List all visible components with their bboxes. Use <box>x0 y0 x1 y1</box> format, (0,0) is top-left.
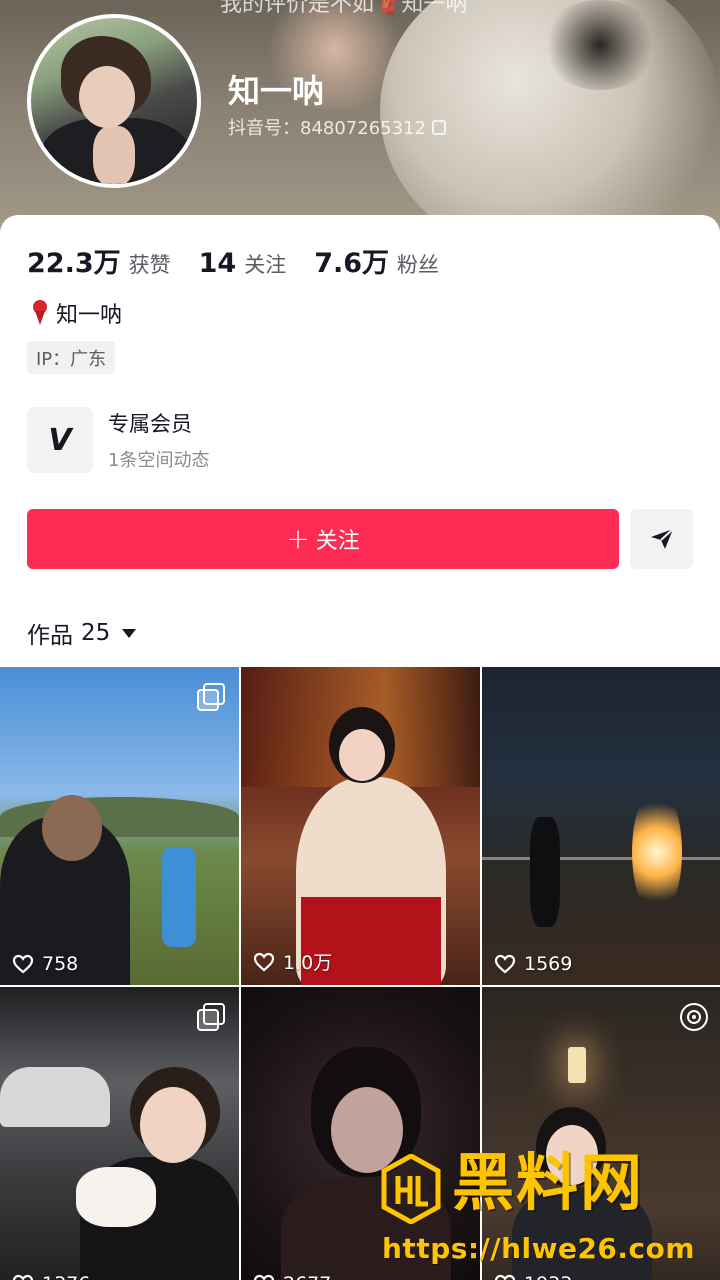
tab-works[interactable]: 作品 25 <box>27 616 137 650</box>
tile-likes-count: 1569 <box>524 953 573 975</box>
avatar[interactable] <box>27 14 201 188</box>
tile-likes-count: 1376 <box>42 1273 90 1280</box>
ip-location-tag: IP：广东 <box>27 341 116 374</box>
exclusive-member-entry[interactable]: V 专属会员 1条空间动态 <box>27 407 209 473</box>
stat-likes-value: 22.3万 <box>27 248 121 279</box>
douyin-id[interactable]: 抖音号：84807265312 <box>228 114 446 140</box>
multi-image-icon <box>197 683 225 711</box>
heart-icon <box>12 954 34 974</box>
douyin-id-text: 抖音号：84807265312 <box>228 118 426 139</box>
watermark-logo-icon <box>381 1154 441 1224</box>
copy-icon[interactable] <box>431 119 446 135</box>
site-watermark: 黑料网 https://hlwe26.com <box>380 1152 710 1272</box>
banner-decoration-dark <box>540 0 660 90</box>
watermark-url: https://hlwe26.com <box>382 1232 696 1265</box>
video-tile[interactable]: 1569 <box>482 667 720 985</box>
video-tile[interactable]: 1.0万 <box>241 667 480 985</box>
profile-card: 22.3万 获赞 14 关注 7.6万 粉丝 知一呐 IP：广东 V 专属会员 … <box>0 215 720 1280</box>
heart-icon <box>494 954 516 974</box>
multi-image-icon <box>197 1003 225 1031</box>
follow-button-label: 关注 <box>315 529 360 554</box>
tile-likes: 758 <box>12 953 78 975</box>
paper-plane-icon <box>650 528 674 549</box>
member-v-icon: V <box>27 407 93 473</box>
works-tab-label: 作品 <box>27 623 73 649</box>
watermark-title: 黑料网 <box>452 1146 645 1219</box>
profile-nickname: 知一呐 <box>228 72 325 110</box>
member-subtitle: 1条空间动态 <box>108 450 210 471</box>
heart-icon <box>12 1274 34 1280</box>
tile-likes: 1569 <box>494 953 572 975</box>
live-photo-icon <box>680 1003 708 1031</box>
tile-likes: 1376 <box>12 1273 90 1280</box>
stat-followers[interactable]: 7.6万 粉丝 <box>314 241 439 280</box>
heart-icon <box>253 952 275 972</box>
caret-down-icon[interactable] <box>122 628 137 638</box>
stat-followers-label: 粉丝 <box>397 253 440 277</box>
follow-button[interactable]: + 关注 <box>27 509 619 569</box>
heart-icon <box>253 1274 275 1280</box>
plus-icon: + <box>286 522 310 555</box>
heart-icon <box>494 1274 516 1280</box>
tile-likes-count: 1933 <box>524 1273 572 1280</box>
ribbon-icon <box>30 300 50 326</box>
member-title: 专属会员 <box>108 412 192 436</box>
stat-following-value: 14 <box>198 248 237 279</box>
profile-stats: 22.3万 获赞 14 关注 7.6万 粉丝 <box>27 241 467 280</box>
stat-following-label: 关注 <box>244 253 287 277</box>
stat-likes[interactable]: 22.3万 获赞 <box>27 241 171 280</box>
profile-bio: 知一呐 <box>30 297 122 329</box>
profile-banner: 我的评价是不如🧣知一呐 知一呐 抖音号：84807265312 <box>0 0 720 240</box>
stat-following[interactable]: 14 关注 <box>199 248 287 279</box>
video-tile[interactable]: 1376 <box>0 987 239 1280</box>
bio-text: 知一呐 <box>56 303 123 328</box>
send-message-button[interactable] <box>630 509 693 569</box>
stat-likes-label: 获赞 <box>128 253 171 277</box>
banner-caption: 我的评价是不如🧣知一呐 <box>220 0 468 17</box>
tile-likes-count: 2677 <box>283 1273 331 1280</box>
works-count: 25 <box>81 620 111 646</box>
tile-likes: 2677 <box>253 1273 331 1280</box>
tile-likes: 1933 <box>494 1273 572 1280</box>
tile-likes-count: 1.0万 <box>283 952 333 974</box>
video-tile[interactable]: 758 <box>0 667 239 985</box>
stat-followers-value: 7.6万 <box>314 248 390 279</box>
tile-likes: 1.0万 <box>253 948 332 975</box>
tile-likes-count: 758 <box>42 953 79 975</box>
